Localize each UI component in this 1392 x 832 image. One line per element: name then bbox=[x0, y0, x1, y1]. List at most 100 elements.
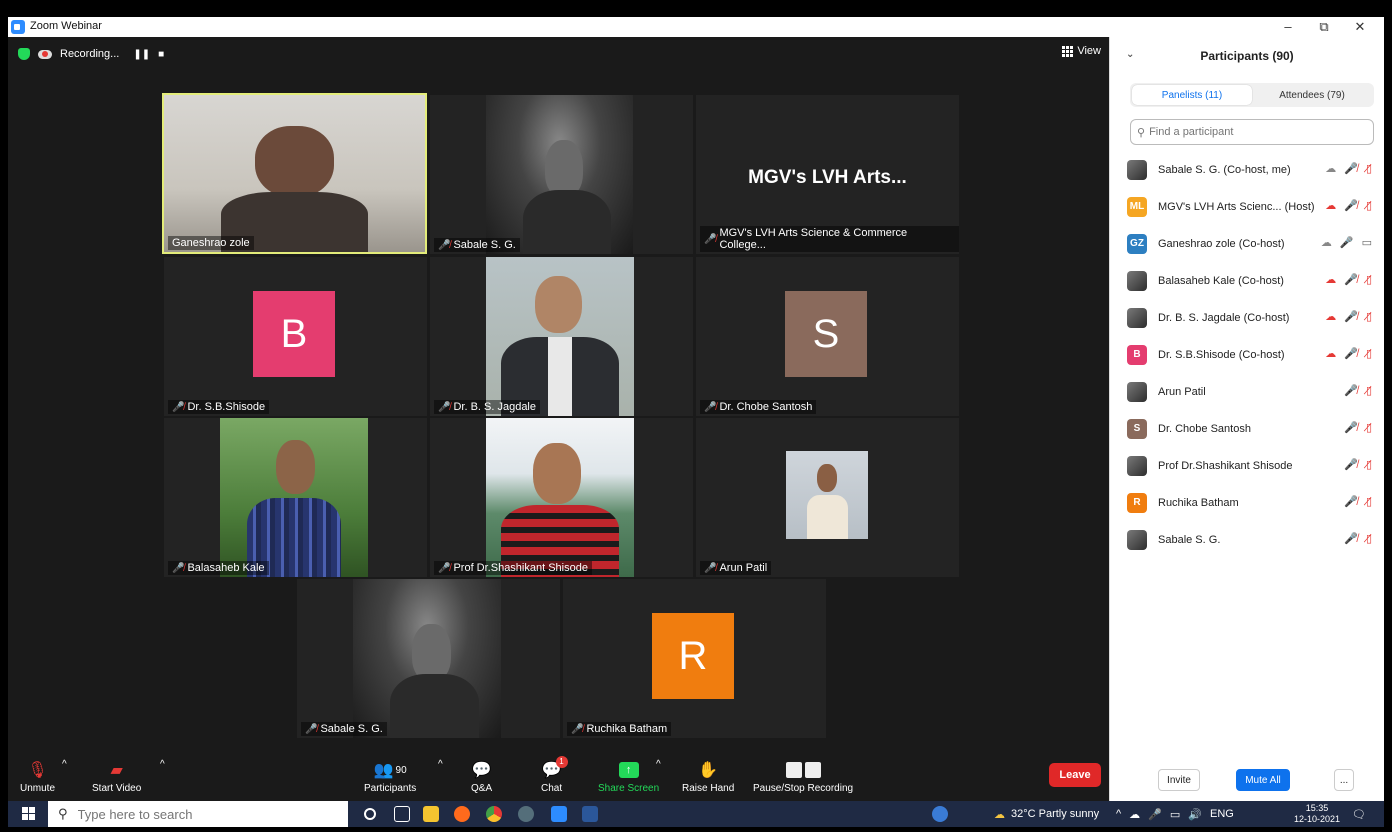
participant-photo bbox=[486, 418, 634, 577]
shield-icon[interactable] bbox=[18, 48, 30, 60]
more-button[interactable]: ... bbox=[1334, 769, 1354, 791]
close-button[interactable]: ✕ bbox=[1342, 17, 1378, 37]
notifications-icon[interactable]: 🗨 bbox=[1352, 801, 1366, 827]
participant-photo bbox=[353, 579, 501, 738]
video-options-chevron-icon[interactable]: ^ bbox=[160, 759, 165, 770]
word-icon[interactable] bbox=[582, 806, 598, 822]
firefox-icon[interactable] bbox=[454, 806, 470, 822]
taskbar-search-input[interactable] bbox=[77, 806, 318, 822]
tile-name-label: 🎤̸ Dr. Chobe Santosh bbox=[700, 400, 817, 414]
restore-button[interactable]: ⧉ bbox=[1306, 17, 1342, 37]
view-button[interactable]: View bbox=[1062, 45, 1101, 57]
minimize-button[interactable]: – bbox=[1270, 17, 1306, 37]
volume-icon[interactable]: 🔊 bbox=[1188, 808, 1202, 821]
start-video-button[interactable]: ▰ Start Video bbox=[92, 759, 141, 794]
participant-row[interactable]: Sabale S. G. 🎤̸ ▯̸ bbox=[1110, 521, 1384, 558]
participant-row[interactable]: S Dr. Chobe Santosh 🎤̸ ▯̸ bbox=[1110, 410, 1384, 447]
weather-widget[interactable]: ☁ 32°C Partly sunny bbox=[994, 801, 1099, 827]
invite-button[interactable]: Invite bbox=[1158, 769, 1200, 791]
share-screen-button[interactable]: ↑ Share Screen bbox=[598, 759, 659, 794]
qa-label: Q&A bbox=[471, 783, 493, 794]
mic-muted-icon: 🎤̸ bbox=[172, 401, 185, 413]
share-screen-label: Share Screen bbox=[598, 783, 660, 794]
chrome-profile-icon[interactable] bbox=[518, 806, 534, 822]
video-tile[interactable]: 🎤̸ Sabale S. G. bbox=[430, 95, 693, 254]
video-tile[interactable]: 🎤̸ Sabale S. G. bbox=[297, 579, 560, 738]
pause-stop-recording-button[interactable]: Pause/Stop Recording bbox=[753, 759, 853, 794]
stop-recording-button[interactable]: ■ bbox=[158, 49, 164, 60]
chevron-up-icon[interactable]: ^ bbox=[1116, 808, 1121, 820]
chat-label: Chat bbox=[541, 783, 563, 794]
mic-muted-icon[interactable]: 🎤̸ bbox=[1344, 495, 1358, 508]
video-tile[interactable]: 🎤̸ Dr. B. S. Jagdale bbox=[430, 257, 693, 416]
tile-name-label: Ganeshrao zole bbox=[168, 236, 254, 250]
file-explorer-icon[interactable] bbox=[423, 806, 439, 822]
participant-search-input[interactable] bbox=[1149, 126, 1350, 138]
pause-recording-button[interactable]: ❚❚ bbox=[133, 49, 150, 60]
participant-row[interactable]: Sabale S. G. (Co-host, me) ☁ 🎤̸ ▯̸ bbox=[1110, 151, 1384, 188]
mic-muted-icon[interactable]: 🎤̸ bbox=[1344, 458, 1358, 471]
mic-muted-icon[interactable]: 🎤̸ bbox=[1344, 310, 1358, 323]
mic-muted-icon[interactable]: 🎤̸ bbox=[1344, 384, 1358, 397]
share-options-chevron-icon[interactable]: ^ bbox=[656, 759, 661, 770]
cortana-icon[interactable] bbox=[364, 808, 376, 820]
participant-row[interactable]: Prof Dr.Shashikant Shisode 🎤̸ ▯̸ bbox=[1110, 447, 1384, 484]
unmute-button[interactable]: 🎙 Unmute bbox=[20, 759, 55, 794]
mic-muted-icon: 🎤̸ bbox=[704, 562, 717, 574]
video-tile[interactable]: R 🎤̸ Ruchika Batham bbox=[563, 579, 826, 738]
mic-muted-icon[interactable]: 🎤̸ bbox=[1344, 199, 1358, 212]
audio-options-chevron-icon[interactable]: ^ bbox=[62, 759, 67, 770]
leave-button[interactable]: Leave bbox=[1049, 763, 1101, 787]
chrome-icon[interactable] bbox=[486, 806, 502, 822]
network-icon[interactable]: ▭ bbox=[1170, 808, 1180, 821]
tab-attendees[interactable]: Attendees (79) bbox=[1252, 85, 1372, 105]
participants-options-chevron-icon[interactable]: ^ bbox=[438, 759, 443, 770]
language-indicator[interactable]: ENG bbox=[1210, 808, 1234, 820]
system-clock[interactable]: 15:35 12-10-2021 bbox=[1294, 803, 1340, 825]
mic-muted-icon[interactable]: 🎤̸ bbox=[1344, 532, 1358, 545]
microphone-icon[interactable]: 🎤 bbox=[1148, 808, 1162, 821]
help-icon[interactable] bbox=[932, 806, 948, 822]
raise-hand-label: Raise Hand bbox=[682, 783, 735, 794]
participant-row[interactable]: ML MGV's LVH Arts Scienc... (Host) ☁ 🎤̸ ▯̸ bbox=[1110, 188, 1384, 225]
participant-row[interactable]: R Ruchika Batham 🎤̸ ▯̸ bbox=[1110, 484, 1384, 521]
video-off-icon: ▯̸ bbox=[1365, 311, 1372, 323]
weather-text: 32°C Partly sunny bbox=[1011, 808, 1100, 820]
mic-icon[interactable]: 🎤 bbox=[1340, 236, 1354, 249]
participant-status-icons: ☁ 🎤̸ ▯̸ bbox=[1325, 347, 1372, 360]
participant-row[interactable]: Dr. B. S. Jagdale (Co-host) ☁ 🎤̸ ▯̸ bbox=[1110, 299, 1384, 336]
mic-muted-icon[interactable]: 🎤̸ bbox=[1344, 162, 1358, 175]
task-view-icon[interactable] bbox=[394, 806, 410, 822]
tile-name-label: 🎤̸ Sabale S. G. bbox=[434, 238, 520, 252]
raise-hand-button[interactable]: ✋ Raise Hand bbox=[682, 759, 734, 794]
video-off-icon: ▯̸ bbox=[1365, 496, 1372, 508]
unmute-label: Unmute bbox=[20, 783, 56, 794]
mic-muted-icon[interactable]: 🎤̸ bbox=[1344, 273, 1358, 286]
mic-muted-icon[interactable]: 🎤̸ bbox=[1344, 347, 1358, 360]
tab-panelists[interactable]: Panelists (11) bbox=[1132, 85, 1252, 105]
video-tile[interactable]: MGV's LVH Arts... 🎤̸ MGV's LVH Arts Scien… bbox=[696, 95, 959, 254]
mic-muted-icon: 🎤̸ bbox=[438, 401, 451, 413]
video-tile[interactable]: S 🎤̸ Dr. Chobe Santosh bbox=[696, 257, 959, 416]
participants-button[interactable]: 👥 90 Participants bbox=[364, 759, 416, 794]
mic-muted-icon[interactable]: 🎤̸ bbox=[1344, 421, 1358, 434]
windows-start-icon[interactable] bbox=[22, 807, 35, 820]
video-tile[interactable]: 🎤̸ Arun Patil bbox=[696, 418, 959, 577]
video-off-icon: ▯̸ bbox=[1365, 422, 1372, 434]
video-tile[interactable]: Ganeshrao zole bbox=[162, 93, 427, 254]
video-tile[interactable]: 🎤̸ Balasaheb Kale bbox=[164, 418, 427, 577]
collapse-chevron-icon[interactable]: ⌄ bbox=[1126, 49, 1134, 60]
video-tile[interactable]: B 🎤̸ Dr. S.B.Shisode bbox=[164, 257, 427, 416]
participant-row[interactable]: GZ Ganeshrao zole (Co-host) ☁ 🎤 ▭ bbox=[1110, 225, 1384, 262]
chat-button[interactable]: 💬 1 Chat bbox=[541, 756, 568, 794]
zoom-app-icon[interactable] bbox=[551, 806, 567, 822]
participant-name: MGV's LVH Arts Scienc... (Host) bbox=[1158, 200, 1315, 213]
mute-all-button[interactable]: Mute All bbox=[1236, 769, 1290, 791]
participant-row[interactable]: Arun Patil 🎤̸ ▯̸ bbox=[1110, 373, 1384, 410]
qa-button[interactable]: 💬 Q&A bbox=[471, 759, 492, 794]
onedrive-icon[interactable]: ☁ bbox=[1129, 808, 1140, 821]
participant-row[interactable]: Balasaheb Kale (Co-host) ☁ 🎤̸ ▯̸ bbox=[1110, 262, 1384, 299]
avatar: S bbox=[785, 291, 867, 377]
video-tile[interactable]: 🎤̸ Prof Dr.Shashikant Shisode bbox=[430, 418, 693, 577]
participant-row[interactable]: B Dr. S.B.Shisode (Co-host) ☁ 🎤̸ ▯̸ bbox=[1110, 336, 1384, 373]
